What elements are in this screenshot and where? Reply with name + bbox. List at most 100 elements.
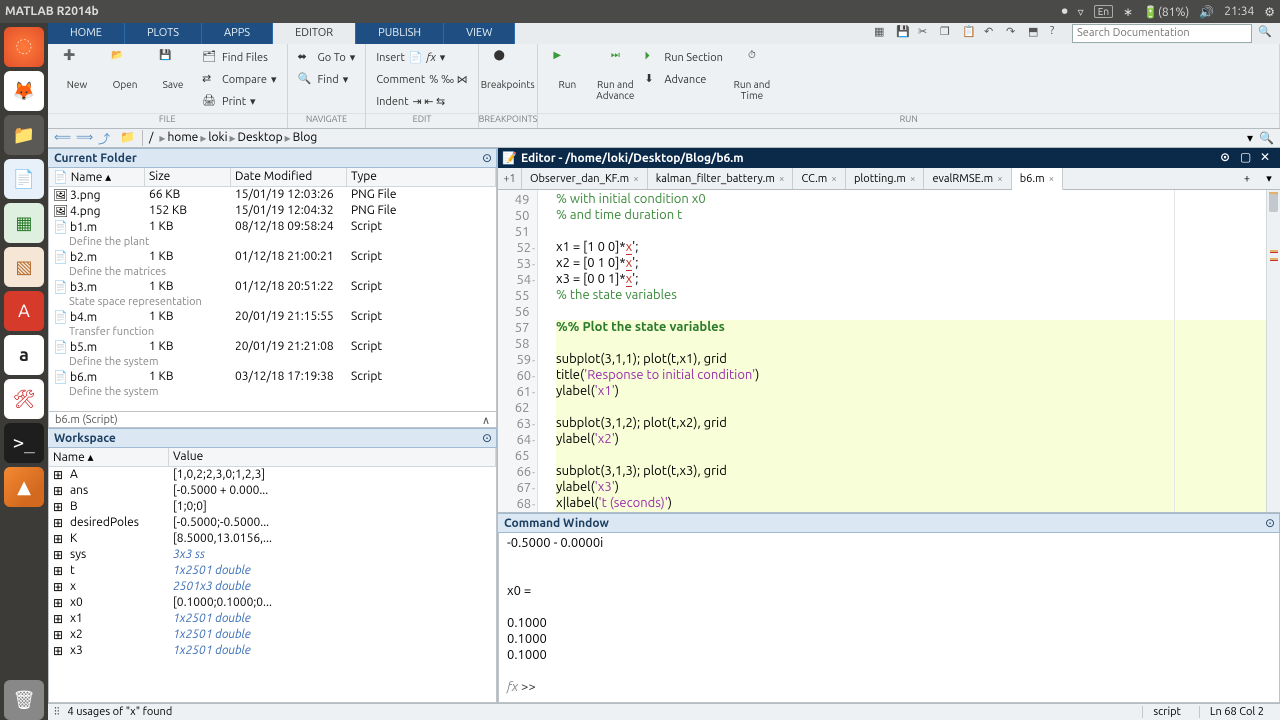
close-tab-icon[interactable]: × <box>910 173 916 184</box>
close-icon[interactable]: ✕ <box>1260 150 1276 166</box>
compare-button[interactable]: ⇄Compare ▾ <box>198 69 281 91</box>
command-window[interactable]: -0.5000 - 0.0000i x0 = 0.1000 0.1000 0.1… <box>498 533 1280 703</box>
close-tab-icon[interactable]: × <box>1049 173 1055 184</box>
file-row[interactable]: 🖼4.png152 KB15/01/19 12:04:32PNG File <box>49 203 496 219</box>
advance-button[interactable]: ⬇Advance <box>640 69 727 91</box>
insert-button[interactable]: Insert 📄 fx ▾ <box>372 47 471 69</box>
open-button[interactable]: 📂Open <box>102 47 148 90</box>
record-icon[interactable]: ⏺ <box>1062 5 1068 19</box>
settings-icon[interactable]: ⚙ <box>1264 5 1275 19</box>
ws-columns[interactable]: Name ▴ Value <box>49 448 496 467</box>
current-folder-header[interactable]: Current Folder⊙ <box>48 148 497 168</box>
ribbon-tab-home[interactable]: HOME <box>48 23 125 44</box>
var-row[interactable]: ⊞x11x2501 double <box>49 611 496 627</box>
editor-tab[interactable]: kalman_filter_battery.m × <box>648 168 794 189</box>
impress-icon[interactable]: ▧ <box>4 247 44 287</box>
software-icon[interactable]: A <box>4 291 44 331</box>
files-icon[interactable]: 📁 <box>4 115 44 155</box>
var-row[interactable]: ⊞x2501x3 double <box>49 579 496 595</box>
save-button[interactable]: 💾Save <box>150 47 196 90</box>
new-tab-button[interactable]: + <box>1236 168 1258 189</box>
workspace-header[interactable]: Workspace⊙ <box>48 428 497 448</box>
editor-tab[interactable]: CC.m × <box>793 168 845 189</box>
file-row[interactable]: 📄b5.m1 KB20/01/19 21:21:08Script <box>49 339 496 355</box>
panel-menu-icon[interactable]: ⊙ <box>482 151 496 165</box>
copy-icon[interactable]: ❐ <box>940 25 956 41</box>
run-button[interactable]: ▶Run <box>544 47 590 90</box>
ribbon-tab-publish[interactable]: PUBLISH <box>356 23 444 44</box>
file-row[interactable]: 📄b1.m1 KB08/12/18 09:58:24Script <box>49 219 496 235</box>
run-section-button[interactable]: ⏵Run Section <box>640 47 727 69</box>
find-files-button[interactable]: 🗂Find Files <box>198 47 281 69</box>
editor-tab[interactable]: Observer_dan_KF.m × <box>522 168 648 189</box>
file-row[interactable]: 🖼3.png66 KB15/01/19 12:03:26PNG File <box>49 187 496 203</box>
maximize-icon[interactable]: ▢ <box>1240 150 1256 166</box>
panel-menu-icon[interactable]: ⊙ <box>482 431 496 445</box>
calc-icon[interactable]: ▦ <box>4 203 44 243</box>
comment-button[interactable]: Comment % ‰ ⋈ <box>372 69 471 91</box>
writer-icon[interactable]: 📄 <box>4 159 44 199</box>
code-editor[interactable]: 49 50 51 52 -53 -54 -55 56 57 58 59 -60 … <box>498 190 1280 513</box>
file-row[interactable]: 📄b6.m1 KB03/12/18 17:19:38Script <box>49 369 496 385</box>
save-icon[interactable]: 💾 <box>896 25 912 41</box>
breakpoints-button[interactable]: ⬤Breakpoints <box>485 47 531 90</box>
var-row[interactable]: ⊞t1x2501 double <box>49 563 496 579</box>
cut-icon[interactable]: ✂ <box>918 25 934 41</box>
ribbon-tab-plots[interactable]: PLOTS <box>125 23 202 44</box>
terminal-icon[interactable]: >_ <box>4 423 44 463</box>
close-tab-icon[interactable]: × <box>779 173 785 184</box>
run-time-button[interactable]: ⏱Run and Time <box>729 47 775 101</box>
command-window-header[interactable]: Command Window⊙ <box>498 513 1280 533</box>
undo-icon[interactable]: ↶ <box>984 25 1000 41</box>
up-icon[interactable]: ⤴ <box>98 130 114 146</box>
addr-dropdown-icon[interactable]: ▾ <box>1247 131 1253 145</box>
trash-icon[interactable]: 🗑 <box>4 680 44 720</box>
editor-tab[interactable]: plotting.m × <box>846 168 925 189</box>
wifi-icon[interactable]: ▿ <box>1078 5 1084 19</box>
path-root[interactable]: / <box>149 131 153 144</box>
matlab-icon[interactable]: ▲ <box>4 467 44 507</box>
file-row[interactable]: 📄b4.m1 KB20/01/19 21:15:55Script <box>49 309 496 325</box>
print-button[interactable]: 🖨Print ▾ <box>198 91 281 113</box>
crumb-home[interactable]: home <box>167 131 198 144</box>
addr-search-icon[interactable]: 🔍 <box>1259 131 1274 145</box>
crumb-loki[interactable]: loki <box>208 131 227 144</box>
tab-menu-icon[interactable]: ▾ <box>1258 168 1280 189</box>
fwd-icon[interactable]: ⟹ <box>76 130 92 146</box>
addon-icon[interactable]: ⬒ <box>1028 25 1044 41</box>
editor-tab[interactable]: evalRMSE.m × <box>924 168 1011 189</box>
ribbon-tab-view[interactable]: VIEW <box>444 23 515 44</box>
var-row[interactable]: ⊞sys3x3 ss <box>49 547 496 563</box>
help-icon[interactable]: ? <box>1050 25 1066 41</box>
editor-tab[interactable]: b6.m × <box>1012 168 1063 190</box>
volume-icon[interactable]: 🔊 <box>1199 5 1214 19</box>
amazon-icon[interactable]: a <box>4 335 44 375</box>
keyboard-lang[interactable]: En <box>1094 5 1113 18</box>
var-row[interactable]: ⊞desiredPoles[-0.5000;-0.5000... <box>49 515 496 531</box>
panel-menu-icon[interactable]: ⊙ <box>1265 516 1279 530</box>
var-row[interactable]: ⊞K[8.5000,13.0156,... <box>49 531 496 547</box>
crumb-Desktop[interactable]: Desktop <box>238 131 283 144</box>
editor-scrollbar[interactable] <box>1266 190 1280 512</box>
crumb-Blog[interactable]: Blog <box>293 131 318 144</box>
tool-icon[interactable]: 🛠 <box>4 379 44 419</box>
ribbon-tab-editor[interactable]: EDITOR <box>273 23 356 44</box>
dash-icon[interactable]: ◌ <box>4 27 44 67</box>
file-row[interactable]: 📄b2.m1 KB01/12/18 21:00:21Script <box>49 249 496 265</box>
cf-columns[interactable]: 📄 Name ▴ Size Date Modified Type <box>49 168 496 187</box>
clock[interactable]: 21:34 <box>1224 5 1254 18</box>
close-tab-icon[interactable]: × <box>997 173 1003 184</box>
layout-icon[interactable]: ▦ <box>874 25 890 41</box>
find-button[interactable]: 🔍Find ▾ <box>294 69 360 91</box>
bluetooth-icon[interactable]: ∗ <box>1123 5 1133 19</box>
var-row[interactable]: ⊞x31x2501 double <box>49 643 496 659</box>
firefox-icon[interactable]: 🦊 <box>4 71 44 111</box>
battery-icon[interactable]: 🔋(81%) <box>1143 5 1189 19</box>
new-button[interactable]: ➕New <box>54 47 100 90</box>
goto-button[interactable]: ⬌Go To ▾ <box>294 47 360 69</box>
close-tab-icon[interactable]: × <box>633 173 639 184</box>
search-icon[interactable]: 🔍 <box>1258 25 1274 41</box>
tab-overflow-icon[interactable]: +1 <box>498 168 522 189</box>
ribbon-tab-apps[interactable]: APPS <box>202 23 273 44</box>
search-input[interactable] <box>1072 24 1252 43</box>
